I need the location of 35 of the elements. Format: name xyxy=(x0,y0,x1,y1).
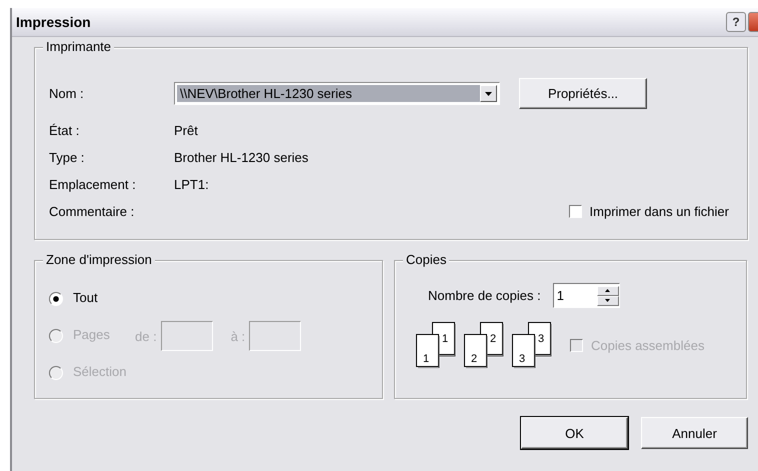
properties-button[interactable]: Propriétés... xyxy=(519,78,647,109)
copies-spinner[interactable]: 1 xyxy=(552,283,620,308)
input-field[interactable] xyxy=(249,321,302,351)
checkbox-label[interactable]: Imprimer dans un fichier xyxy=(590,204,729,218)
field-label: État : xyxy=(49,122,80,138)
field-value: LPT1: xyxy=(174,176,209,192)
checkbox[interactable] xyxy=(568,204,582,218)
input-field[interactable] xyxy=(160,321,213,351)
printer-dropdown[interactable]: \\NEV\Brother HL-1230 series xyxy=(174,82,500,105)
help-button[interactable]: ? xyxy=(726,12,746,32)
field-label: Emplacement : xyxy=(49,176,137,192)
field-label: Nom : xyxy=(49,86,85,101)
group-label: Zone d'impression xyxy=(43,252,155,267)
group-label: Copies xyxy=(403,252,450,267)
cancel-button[interactable]: Annuler xyxy=(641,417,748,449)
field-label: Nombre de copies : xyxy=(428,288,541,303)
radio-label[interactable]: Tout xyxy=(73,289,135,309)
radio-button[interactable] xyxy=(49,292,63,306)
spin-down-button[interactable] xyxy=(596,296,619,306)
group-label: Imprimante xyxy=(43,39,114,54)
field-label: à : xyxy=(230,328,246,344)
field-label: Commentaire : xyxy=(49,204,136,218)
dropdown-button[interactable] xyxy=(480,85,497,102)
ok-button[interactable]: OK xyxy=(521,417,628,449)
checkbox-label: Copies assemblées xyxy=(591,338,704,352)
collate-pages-drawing: 1 1 2 2 3 3 xyxy=(416,322,556,368)
caret-down-icon xyxy=(605,299,610,302)
spin-up-button[interactable] xyxy=(596,286,619,296)
caret-up-icon xyxy=(605,289,610,292)
caret-down-icon xyxy=(485,92,492,96)
field-value: Brother HL-1230 series xyxy=(174,150,308,164)
field-label: de : xyxy=(135,328,157,344)
field-label: Type : xyxy=(49,150,86,164)
field-value: Prêt xyxy=(174,122,198,138)
window-title: Impression xyxy=(15,14,91,30)
